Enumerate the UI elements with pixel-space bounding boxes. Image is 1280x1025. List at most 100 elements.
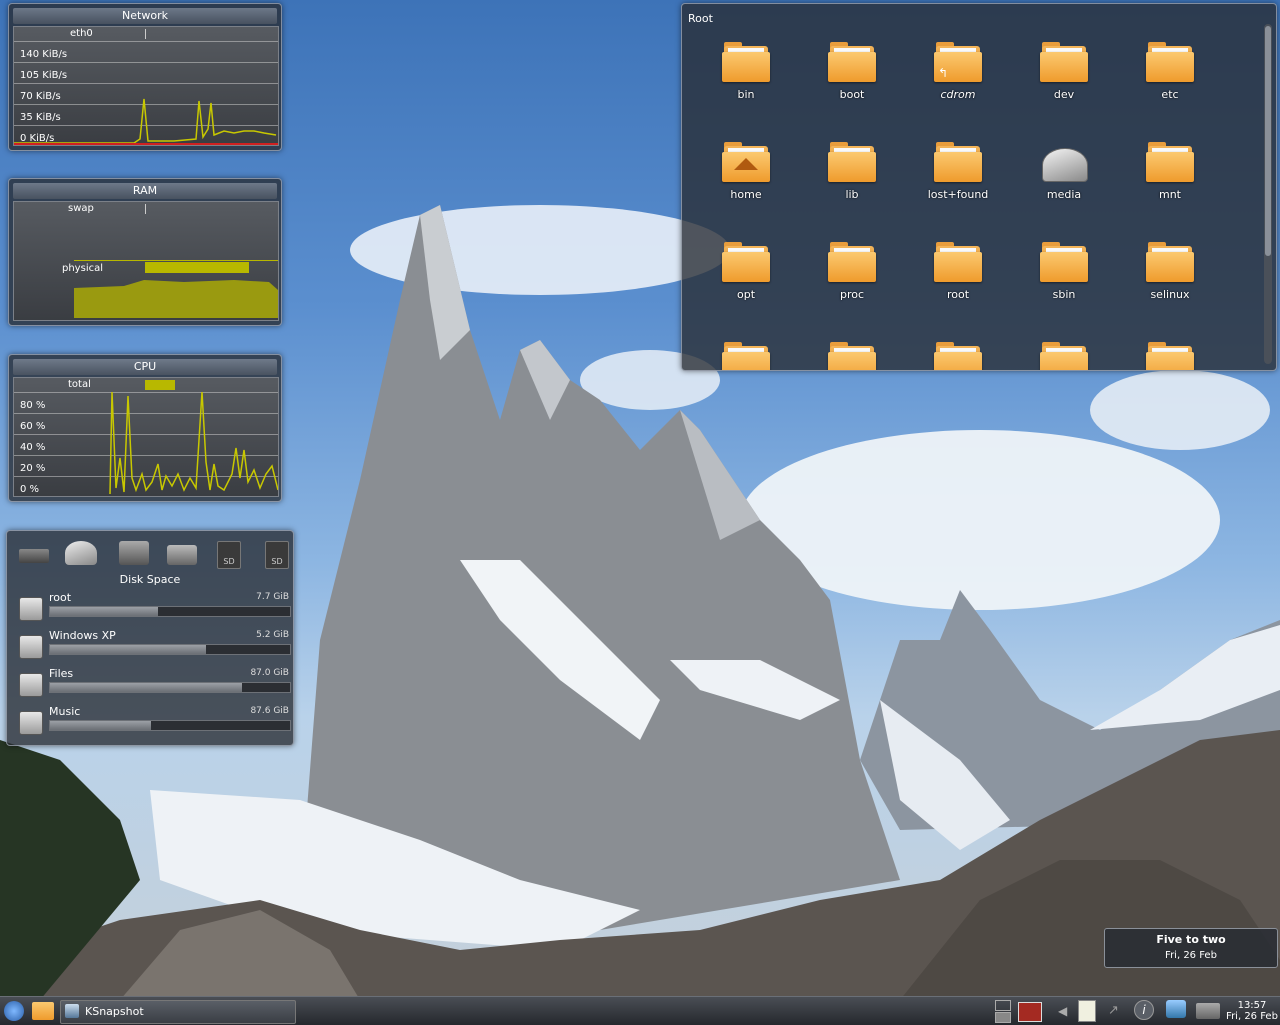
disk-size: 87.6 GiB (250, 706, 289, 716)
folder-item-partial[interactable] (1122, 342, 1218, 370)
folder-item-mnt[interactable]: mnt (1122, 142, 1218, 201)
folder-item-opt[interactable]: opt (698, 242, 794, 301)
folder-item-bin[interactable]: bin (698, 42, 794, 101)
device-notifier-icon[interactable] (1166, 1000, 1190, 1022)
folder-launcher-icon[interactable] (32, 1000, 56, 1022)
folder-item-partial[interactable] (910, 342, 1006, 370)
folder-view-scrollbar[interactable] (1264, 24, 1272, 364)
cpu-graph: total 80 % 60 % 40 % 20 % 0 % (13, 377, 279, 497)
folder-item-label: proc (839, 288, 865, 301)
folder-item-lost-found[interactable]: lost+found (910, 142, 1006, 201)
taskbar: KSnapshot ◀ ↗ i 13:57 Fri, 26 Feb (0, 996, 1280, 1025)
sd-card-icon-2[interactable]: SD (265, 541, 289, 569)
folder-icon (1146, 342, 1194, 370)
folder-icon (1040, 342, 1088, 370)
folder-item-label: home (730, 188, 762, 201)
folder-icon (1146, 242, 1194, 284)
disk-name: root (49, 591, 72, 604)
folder-item-label: lost+found (927, 188, 989, 201)
folder-icon (1040, 242, 1088, 284)
folder-icon (828, 342, 876, 370)
folder-item-label: cdrom (940, 88, 976, 101)
harddisk-icon[interactable] (19, 549, 49, 563)
disk-space-widget[interactable]: SD SD Disk Space root 7.7 GiB Windows XP… (6, 530, 294, 746)
drive-icon (19, 597, 43, 621)
folder-item-etc[interactable]: etc (1122, 42, 1218, 101)
folder-item-partial[interactable] (1016, 342, 1112, 370)
sd-card-icon-1[interactable]: SD (217, 541, 241, 569)
folder-item-label: bin (737, 88, 755, 101)
usb-drive-icon[interactable] (119, 541, 149, 565)
ram-monitor-widget[interactable]: RAM swap physical (8, 178, 282, 326)
folder-item-partial[interactable] (698, 342, 794, 370)
digital-clock[interactable]: 13:57 Fri, 26 Feb (1226, 1000, 1278, 1022)
kickoff-menu-icon[interactable] (2, 1000, 26, 1022)
folder-icon (828, 242, 876, 284)
folder-item-selinux[interactable]: selinux (1122, 242, 1218, 301)
scrollbar-thumb[interactable] (1265, 26, 1271, 256)
folder-item-label: root (946, 288, 970, 301)
folder-item-partial[interactable] (804, 342, 900, 370)
folder-icon (722, 242, 770, 284)
ram-graph: swap physical (13, 201, 279, 321)
cpu-monitor-widget[interactable]: CPU total 80 % 60 % 40 % 20 % 0 % (8, 354, 282, 502)
disk-name: Music (49, 705, 81, 718)
folder-item-label: boot (839, 88, 865, 101)
clock-date: Fri, 26 Feb (1165, 950, 1217, 961)
disk-row-windows-xp[interactable]: Windows XP 5.2 GiB (17, 629, 293, 665)
folder-icon: ↰ (934, 42, 982, 84)
network-traffic-plot (14, 98, 278, 145)
folder-icon (722, 342, 770, 370)
ksnapshot-icon (65, 1004, 79, 1018)
folder-view-widget[interactable]: Root bin boot ↰ cdrom dev etc home lib lost+foun… (681, 3, 1277, 371)
volume-icon[interactable]: ◀ (1058, 1000, 1072, 1022)
home-folder-icon (722, 142, 770, 184)
disk-row-root[interactable]: root 7.7 GiB (17, 591, 293, 627)
disk-size: 7.7 GiB (256, 592, 289, 602)
network-title: Network (13, 8, 277, 24)
media-disc-icon (1040, 142, 1088, 184)
disk-size: 87.0 GiB (250, 668, 289, 678)
folder-icon (1146, 142, 1194, 184)
drive-icon (19, 673, 43, 697)
media-disc-icon[interactable] (65, 541, 97, 565)
folder-item-boot[interactable]: boot (804, 42, 900, 101)
task-ksnapshot[interactable]: KSnapshot (60, 1000, 296, 1024)
folder-item-label: lib (845, 188, 859, 201)
drive-icon (19, 635, 43, 659)
folder-item-dev[interactable]: dev (1016, 42, 1112, 101)
task-label: KSnapshot (85, 1005, 144, 1018)
network-monitor-widget[interactable]: Network eth0 140 KiB/s 105 KiB/s 70 KiB/… (8, 3, 282, 151)
drive-icon (19, 711, 43, 735)
folder-item-lib[interactable]: lib (804, 142, 900, 201)
camera-icon[interactable] (167, 545, 197, 565)
disk-usage-bar (49, 720, 291, 731)
folder-item-cdrom[interactable]: ↰ cdrom (910, 42, 1006, 101)
clock-date: Fri, 26 Feb (1226, 1011, 1278, 1022)
disk-row-files[interactable]: Files 87.0 GiB (17, 667, 293, 703)
disk-usage-bar (49, 644, 291, 655)
folder-icon (1040, 42, 1088, 84)
clock-tooltip: Five to two Fri, 26 Feb (1104, 928, 1278, 968)
folder-item-home[interactable]: home (698, 142, 794, 201)
clipboard-icon[interactable] (1078, 1000, 1100, 1022)
folder-icon (934, 142, 982, 184)
folder-item-media[interactable]: media (1016, 142, 1112, 201)
folder-item-label: opt (736, 288, 756, 301)
disk-row-music[interactable]: Music 87.6 GiB (17, 705, 293, 741)
folder-item-sbin[interactable]: sbin (1016, 242, 1112, 301)
network-icon[interactable]: ↗ (1108, 1000, 1128, 1022)
pager-icon[interactable] (995, 1000, 1011, 1023)
info-icon[interactable]: i (1134, 1000, 1154, 1022)
folder-item-label: selinux (1150, 288, 1190, 301)
printer-icon[interactable] (1196, 1000, 1222, 1022)
show-desktop-icon[interactable] (1018, 1000, 1044, 1022)
disk-name: Windows XP (49, 629, 116, 642)
folder-icon (934, 342, 982, 370)
folder-item-root[interactable]: root (910, 242, 1006, 301)
folder-icon (828, 142, 876, 184)
folder-icon (934, 242, 982, 284)
folder-view-title: Root (688, 12, 713, 25)
folder-item-proc[interactable]: proc (804, 242, 900, 301)
cpu-usage-plot (109, 391, 278, 495)
